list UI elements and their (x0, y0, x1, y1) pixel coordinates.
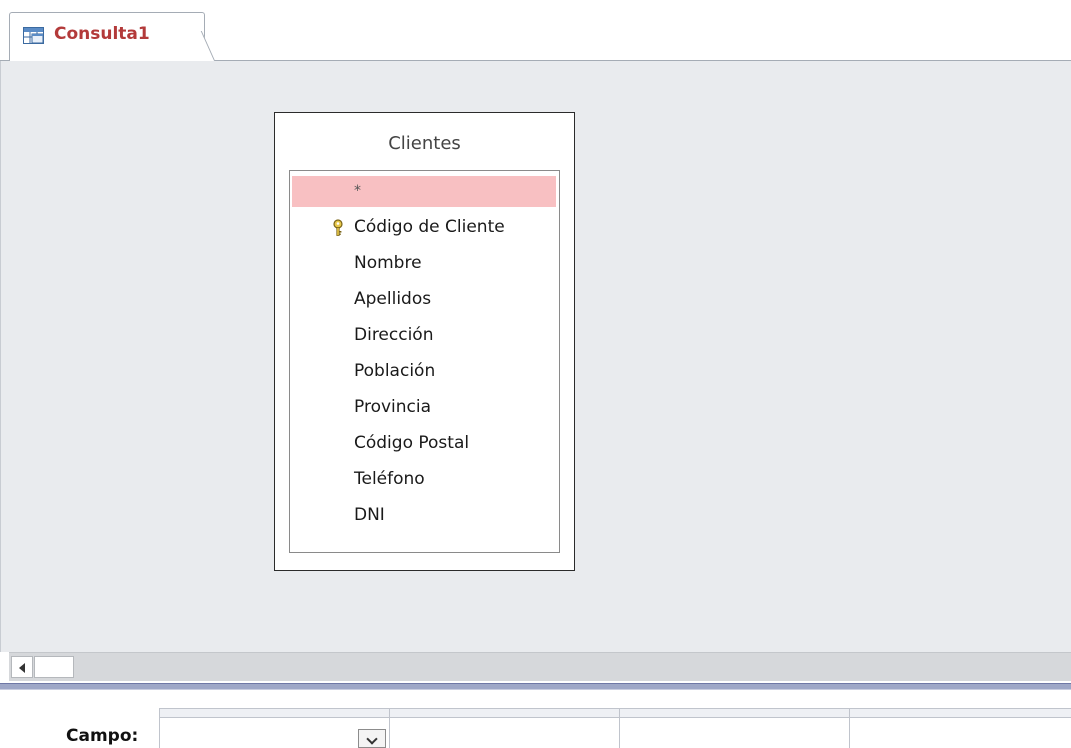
field-label: Nombre (354, 253, 422, 273)
field-label: Población (354, 361, 436, 381)
grid-column-header-row[interactable] (159, 708, 1071, 718)
field-item[interactable]: Código de Cliente (292, 212, 556, 243)
tab-consulta1[interactable]: Consulta1 (9, 12, 205, 62)
tab-label: Consulta1 (54, 24, 150, 44)
grid-column-separator (619, 708, 620, 748)
field-item[interactable]: DNI (292, 500, 556, 531)
table-field-list-clientes[interactable]: Clientes * Código de Cliente Nombre Apellid… (274, 112, 575, 571)
scroll-left-button[interactable] (11, 656, 33, 678)
horizontal-scrollbar[interactable] (9, 652, 1071, 681)
field-item[interactable]: Código Postal (292, 428, 556, 459)
field-item[interactable]: Teléfono (292, 464, 556, 495)
grid-column-separator (159, 708, 160, 748)
table-title[interactable]: Clientes (275, 133, 574, 154)
field-label: Teléfono (354, 469, 425, 489)
field-label: Código de Cliente (354, 217, 505, 237)
row-label-campo: Campo: (66, 726, 139, 746)
field-list[interactable]: * Código de Cliente Nombre Apellidos Direcci… (289, 170, 560, 553)
query-design-grid: Campo: (0, 690, 1071, 748)
field-label: Provincia (354, 397, 432, 417)
field-label: Código Postal (354, 433, 470, 453)
grid-column-separator (389, 708, 390, 748)
field-label: DNI (354, 505, 385, 525)
document-tab-bar: Consulta1 (0, 0, 1071, 62)
primary-key-icon (333, 219, 343, 236)
field-item[interactable]: Apellidos (292, 284, 556, 315)
scroll-thumb[interactable] (34, 656, 74, 678)
field-item[interactable]: Dirección (292, 320, 556, 351)
field-item[interactable]: Nombre (292, 248, 556, 279)
field-item[interactable]: * (292, 176, 556, 207)
query-icon (23, 27, 44, 44)
field-dropdown-button[interactable] (358, 729, 386, 748)
field-label: * (354, 183, 361, 199)
field-label: Apellidos (354, 289, 432, 309)
grid-column-separator (849, 708, 850, 748)
pane-splitter[interactable] (0, 683, 1071, 690)
field-item[interactable]: Población (292, 356, 556, 387)
field-label: Dirección (354, 325, 434, 345)
field-item[interactable]: Provincia (292, 392, 556, 423)
